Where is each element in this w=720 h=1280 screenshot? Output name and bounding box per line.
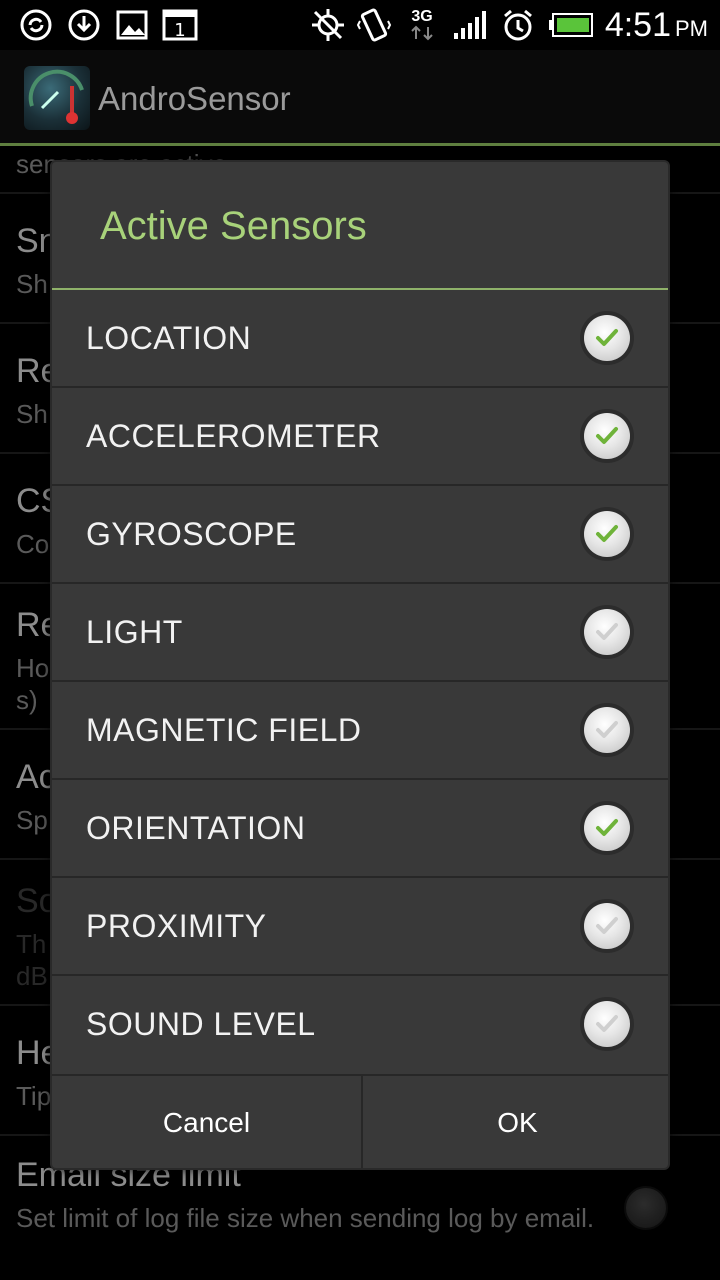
checkbox-checked-icon[interactable] (584, 511, 630, 557)
sensor-option-row[interactable]: ORIENTATION (52, 780, 668, 878)
sensor-option-row[interactable]: MAGNETIC FIELD (52, 682, 668, 780)
sensor-option-row[interactable]: ACCELEROMETER (52, 388, 668, 486)
sensor-option-label: MAGNETIC FIELD (86, 712, 362, 748)
sensor-option-label: PROXIMITY (86, 908, 267, 944)
cancel-button[interactable]: Cancel (52, 1076, 363, 1168)
checkbox-unchecked-icon[interactable] (584, 609, 630, 655)
sensor-option-row[interactable]: LIGHT (52, 584, 668, 682)
sensor-option-label: SOUND LEVEL (86, 1006, 316, 1042)
sensor-option-label: LOCATION (86, 320, 252, 356)
network-3g-icon: 3G (404, 8, 440, 42)
sensor-option-row[interactable]: LOCATION (52, 290, 668, 388)
checkbox-checked-icon[interactable] (584, 315, 630, 361)
app-logo-icon (24, 66, 90, 130)
svg-text:1: 1 (174, 20, 185, 41)
checkbox-unchecked-icon[interactable] (584, 903, 630, 949)
checkbox-unchecked-icon[interactable] (584, 1001, 630, 1047)
signal-icon (452, 8, 490, 42)
sensor-options-list: LOCATION ACCELEROMETER GYROSCOPE LIGHT MAGNE… (52, 290, 668, 1074)
sensor-option-row[interactable]: GYROSCOPE (52, 486, 668, 584)
status-bar: 1 3G 4:51 PM (0, 0, 720, 50)
app-title: AndroSensor (98, 80, 291, 117)
gps-off-icon (310, 8, 346, 42)
alarm-icon (500, 8, 536, 42)
sensor-option-row[interactable]: PROXIMITY (52, 878, 668, 976)
title-bar: AndroSensor (0, 50, 720, 146)
sensor-option-label: ACCELEROMETER (86, 418, 381, 454)
dialog-title: Active Sensors (100, 204, 367, 248)
dialog-buttons: Cancel OK (52, 1074, 668, 1168)
sensor-option-row[interactable]: SOUND LEVEL (52, 976, 668, 1074)
clock: 4:51 PM (604, 6, 708, 44)
checkbox-checked-icon[interactable] (584, 805, 630, 851)
checkbox-unchecked-icon[interactable] (584, 707, 630, 753)
sync-icon (18, 8, 54, 42)
sensor-option-label: GYROSCOPE (86, 516, 297, 552)
sensor-option-label: LIGHT (86, 614, 183, 650)
image-icon (116, 8, 148, 42)
calendar-icon: 1 (162, 8, 198, 42)
sensor-option-label: ORIENTATION (86, 810, 306, 846)
active-sensors-dialog: Active Sensors LOCATION ACCELEROMETER GYRO… (50, 160, 670, 1170)
ok-button[interactable]: OK (363, 1076, 668, 1168)
download-icon (66, 8, 102, 42)
checkbox-checked-icon[interactable] (584, 413, 630, 459)
vibrate-icon (356, 8, 392, 42)
battery-icon (548, 8, 594, 42)
